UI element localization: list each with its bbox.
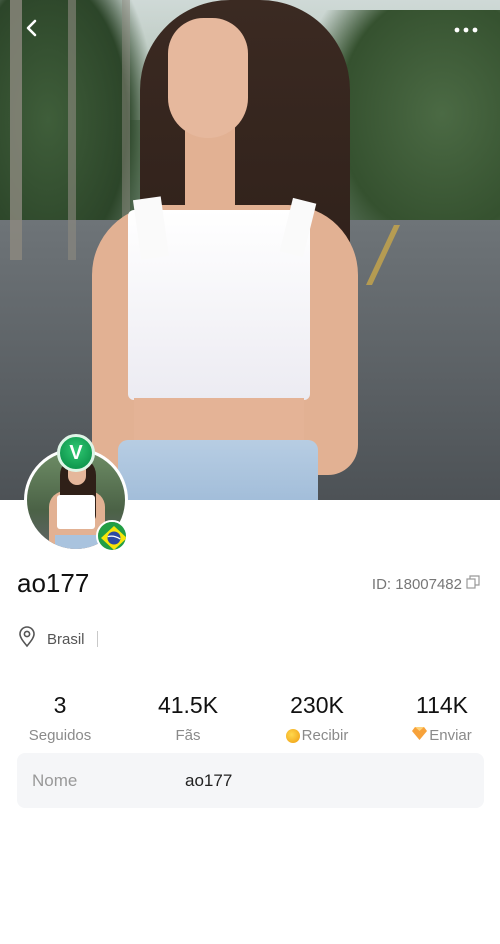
username: ao177 [17,568,90,598]
copy-icon[interactable] [466,575,480,593]
stat-label: Enviar [429,727,472,744]
brazil-flag-icon [96,520,128,552]
coin-icon [285,728,300,743]
stat-following[interactable]: 3 Seguidos [0,692,125,744]
name-value: ao177 [185,771,233,790]
stat-value: 114K [415,692,468,718]
stat-fans[interactable]: 41.5K Fãs [123,692,253,744]
vip-badge: V [57,434,95,472]
more-horizontal-icon [453,21,479,39]
more-options-button[interactable] [448,12,484,48]
location-row: Brasil [17,626,98,652]
stat-label: Fãs [175,727,201,744]
user-id-text: ID: 18007482 [371,575,462,593]
name-info-card: Nome ao177 [17,753,484,808]
stat-label: Seguidos [28,727,92,744]
location-divider [96,631,98,647]
chevron-left-icon [22,18,42,43]
stat-sent[interactable]: 114K Enviar [377,692,500,744]
back-button[interactable] [14,12,50,48]
location-pin-icon [17,626,37,652]
stat-value: 3 [53,692,67,718]
location-text: Brasil [47,630,85,648]
name-key: Nome [32,771,78,790]
stat-received[interactable]: 230K Recibir [252,692,382,744]
stat-value: 41.5K [157,692,219,718]
stats-row: 3 Seguidos 41.5K Fãs 230K Recibir 114K E… [0,692,500,752]
user-id[interactable]: ID: 18007482 [372,575,480,593]
stat-value: 230K [290,692,344,718]
stat-label: Recibir [301,727,349,744]
vip-badge-letter: V [69,441,83,464]
gem-icon [412,727,428,744]
cover-photo [0,0,500,500]
